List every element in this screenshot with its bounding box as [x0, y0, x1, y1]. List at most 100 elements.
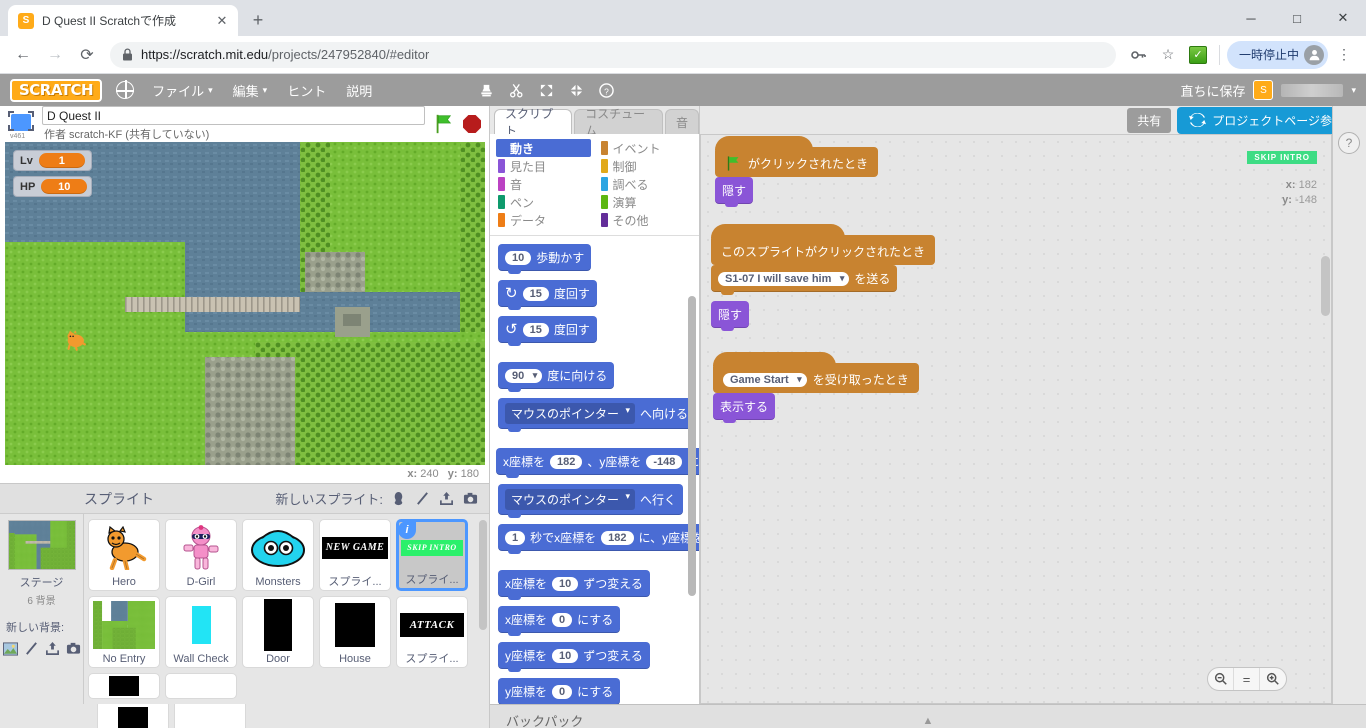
profile-chip[interactable]: 一時停止中	[1226, 40, 1328, 69]
goto-y-input[interactable]: -148	[646, 454, 683, 469]
scissors-icon[interactable]	[502, 76, 530, 104]
turn-ccw-degrees-input[interactable]: 15	[522, 322, 549, 337]
change-x-input[interactable]: 10	[552, 576, 579, 591]
block-when-sprite-clicked[interactable]: このスプライトがクリックされたとき	[711, 224, 936, 268]
camera-backdrop-icon[interactable]	[65, 640, 82, 657]
direction-dropdown[interactable]: 90	[505, 368, 543, 383]
paint-sprite-icon[interactable]	[414, 490, 431, 507]
palette-block-move[interactable]: 10 歩動かす	[498, 244, 592, 274]
monitor-hp[interactable]: HP 10	[13, 176, 93, 197]
window-close-button[interactable]: ✕	[1320, 0, 1366, 36]
project-page-button[interactable]: プロジェクトページ参照	[1177, 106, 1356, 134]
stop-sign-icon[interactable]	[463, 115, 481, 133]
grow-icon[interactable]	[532, 76, 560, 104]
sprite-tile-overflow-1[interactable]	[97, 704, 169, 728]
tab-costumes[interactable]: コスチューム	[574, 107, 663, 138]
block-hide[interactable]: 隠す	[711, 301, 750, 331]
palette-block-goto-target[interactable]: マウスのポインター へ行く	[498, 484, 684, 518]
category-more[interactable]: その他	[599, 211, 694, 229]
receive-message-dropdown[interactable]: Game Start	[723, 372, 807, 387]
palette-block-point-towards[interactable]: マウスのポインター へ向ける	[498, 398, 696, 432]
sprite-tile-extra-2[interactable]	[165, 673, 237, 699]
script-workspace[interactable]: SKIP INTRO x: 182 y: -148 がクリックされたとき 隠す …	[700, 134, 1332, 704]
move-steps-input[interactable]: 10	[505, 250, 532, 265]
paint-backdrop-icon[interactable]	[23, 640, 40, 657]
palette-block-change-y[interactable]: y座標を 10 ずつ変える	[498, 642, 650, 672]
sprite-tile-overflow-2[interactable]	[174, 704, 246, 728]
sprite-tile-wall-check[interactable]: Wall Check	[165, 596, 237, 668]
sprite-list-scroll[interactable]: Hero D-Girl Monsters NEW GAME スプライ... i …	[84, 514, 489, 704]
green-flag-icon[interactable]	[433, 113, 455, 135]
sprite-tile-door[interactable]: Door	[242, 596, 314, 668]
script-stack-green-flag[interactable]: がクリックされたとき 隠す	[715, 136, 879, 213]
stage-selector[interactable]: ステージ 6 背景 新しい背景:	[0, 514, 84, 704]
palette-block-set-y[interactable]: y座標を 0 にする	[498, 678, 621, 704]
sprite-info-badge[interactable]: i	[399, 522, 416, 539]
maximize-button[interactable]: □	[1274, 0, 1320, 36]
zoom-out-icon[interactable]	[1208, 668, 1234, 690]
close-icon[interactable]: ✕	[214, 13, 230, 29]
monitor-lv[interactable]: Lv 1	[13, 150, 93, 171]
menu-about[interactable]: 説明	[336, 74, 382, 106]
menu-file[interactable]: ファイル ▾	[142, 74, 223, 106]
point-towards-dropdown[interactable]: マウスのポインター	[505, 403, 636, 424]
help-icon[interactable]: ?	[1338, 132, 1360, 154]
backpack-expand-arrow-icon[interactable]: ▲	[923, 715, 934, 727]
address-bar[interactable]: https://scratch.mit.edu/projects/2479528…	[110, 41, 1116, 68]
project-title-input[interactable]	[42, 106, 425, 125]
turn-cw-degrees-input[interactable]: 15	[522, 286, 549, 301]
block-show[interactable]: 表示する	[713, 393, 776, 423]
minimize-button[interactable]: ─	[1228, 0, 1274, 36]
sprite-tile-monsters[interactable]: Monsters	[242, 519, 314, 591]
set-x-input[interactable]: 0	[552, 612, 573, 627]
sprite-tile-dgirl[interactable]: D-Girl	[165, 519, 237, 591]
block-palette[interactable]: 10 歩動かす ↻ 15 度回す ↺ 15 度回す 90 度に向ける マウスのポ…	[490, 235, 699, 704]
language-globe-icon[interactable]	[115, 80, 135, 99]
stage-display[interactable]: Lv 1 HP 10	[5, 142, 485, 466]
browser-tab[interactable]: S D Quest II Scratchで作成 ✕	[8, 5, 238, 36]
category-data[interactable]: データ	[496, 211, 591, 229]
password-key-icon[interactable]	[1124, 41, 1152, 69]
set-y-input[interactable]: 0	[552, 684, 573, 699]
forward-icon[interactable]: →	[40, 40, 70, 70]
palette-block-set-x[interactable]: x座標を 0 にする	[498, 606, 621, 636]
script-stack-sprite-clicked[interactable]: このスプライトがクリックされたとき S1-07 I will save him …	[711, 224, 936, 337]
bookmark-star-icon[interactable]: ☆	[1154, 41, 1182, 69]
palette-block-glide[interactable]: 1 秒でx座標を 182 に、y座標を	[498, 524, 699, 554]
choose-sprite-icon[interactable]	[390, 490, 407, 507]
category-control[interactable]: 制御	[599, 157, 694, 175]
category-motion[interactable]: 動き	[496, 139, 591, 157]
new-tab-button[interactable]: +	[244, 6, 272, 34]
block-when-flag-clicked[interactable]: がクリックされたとき	[715, 136, 879, 180]
menu-tips[interactable]: ヒント	[277, 74, 336, 106]
category-pen[interactable]: ペン	[496, 193, 591, 211]
category-sound[interactable]: 音	[496, 175, 591, 193]
change-y-input[interactable]: 10	[552, 648, 579, 663]
block-when-i-receive[interactable]: Game Start を受け取ったとき	[713, 352, 919, 396]
reload-icon[interactable]: ⟳	[72, 40, 102, 70]
browser-menu-icon[interactable]: ⋮	[1330, 41, 1358, 69]
category-operators[interactable]: 演算	[599, 193, 694, 211]
script-scrollbar[interactable]	[1321, 256, 1330, 316]
palette-block-goto-xy[interactable]: x座標を 182 、y座標を -148 に	[496, 448, 699, 478]
chevron-down-icon[interactable]: ▾	[1351, 85, 1356, 96]
category-looks[interactable]: 見た目	[496, 157, 591, 175]
sprite-tile-no-entry[interactable]: No Entry	[88, 596, 160, 668]
palette-scrollbar[interactable]	[688, 296, 696, 596]
save-now-button[interactable]: 直ちに保存	[1180, 81, 1245, 100]
sprite-list-scrollbar[interactable]	[479, 520, 487, 630]
category-sensing[interactable]: 調べる	[599, 175, 694, 193]
sprite-tile-extra-1[interactable]	[88, 673, 160, 699]
sprite-tile-skipintro[interactable]: i SKIP INTRO スプライ...	[396, 519, 468, 591]
glide-x-input[interactable]: 182	[601, 530, 634, 545]
script-stack-receive[interactable]: Game Start を受け取ったとき 表示する	[713, 352, 919, 429]
tab-scripts[interactable]: スクリプト	[494, 107, 573, 138]
choose-backdrop-icon[interactable]	[2, 640, 19, 657]
back-icon[interactable]: ←	[8, 40, 38, 70]
goto-x-input[interactable]: 182	[550, 454, 583, 469]
menu-edit[interactable]: 編集 ▾	[223, 74, 278, 106]
sprite-tile-hero[interactable]: Hero	[88, 519, 160, 591]
extension-icon[interactable]: ✓	[1184, 41, 1212, 69]
backpack-bar[interactable]: バックパック ▲	[490, 704, 1366, 728]
user-thumbnail[interactable]: S	[1253, 80, 1274, 100]
